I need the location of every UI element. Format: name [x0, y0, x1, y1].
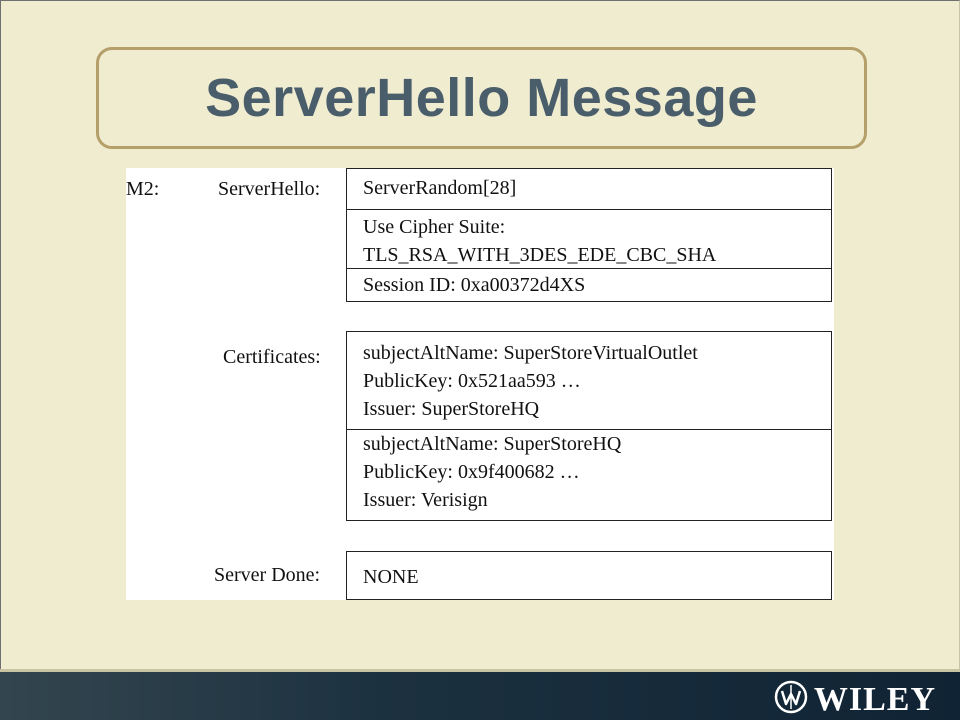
server-done-box: NONE — [346, 551, 832, 600]
cert-1-subject: subjectAltName: SuperStoreVirtualOutlet — [363, 342, 698, 364]
server-hello-box: ServerRandom[28] Use Cipher Suite: TLS_R… — [346, 168, 832, 302]
label-server-done: Server Done: — [214, 564, 321, 586]
certificate-2: subjectAltName: SuperStoreHQ PublicKey: … — [347, 429, 831, 520]
server-done-value: NONE — [363, 566, 419, 588]
message-panel: M2: ServerHello: ServerRandom[28] Use Ci… — [126, 168, 834, 600]
cipher-suite-heading: Use Cipher Suite: — [363, 216, 506, 238]
slide-title: ServerHello Message — [205, 68, 758, 128]
title-box: ServerHello Message — [96, 47, 867, 149]
wiley-logo-text: WILEY — [813, 680, 936, 718]
wiley-emblem-icon — [772, 680, 810, 719]
cert-2-public-key: PublicKey: 0x9f400682 … — [363, 461, 580, 483]
label-server-hello: ServerHello: — [218, 178, 321, 200]
certificates-box: subjectAltName: SuperStoreVirtualOutlet … — [346, 331, 832, 521]
server-random: ServerRandom[28] — [363, 177, 517, 199]
cipher-suite: Use Cipher Suite: TLS_RSA_WITH_3DES_EDE_… — [347, 209, 831, 268]
footer-bar: WILEY — [0, 669, 960, 720]
cert-1-public-key: PublicKey: 0x521aa593 … — [363, 370, 581, 392]
certificate-1: subjectAltName: SuperStoreVirtualOutlet … — [347, 332, 831, 429]
session-id: Session ID: 0xa00372d4XS — [347, 268, 831, 301]
cert-2-subject: subjectAltName: SuperStoreHQ — [363, 433, 622, 455]
cert-1-issuer: Issuer: SuperStoreHQ — [363, 398, 540, 420]
wiley-logo: WILEY — [772, 680, 936, 719]
cert-2-issuer: Issuer: Verisign — [363, 489, 488, 511]
label-m2: M2: — [126, 178, 160, 200]
label-certificates: Certificates: — [223, 346, 321, 368]
cipher-suite-value: TLS_RSA_WITH_3DES_EDE_CBC_SHA — [363, 244, 717, 266]
